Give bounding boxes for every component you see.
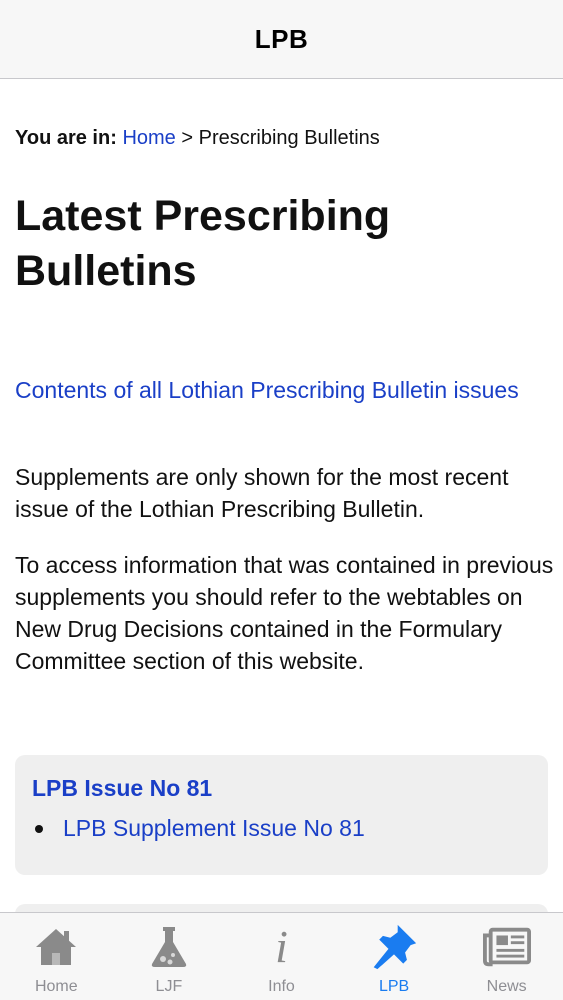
- breadcrumb-current: Prescribing Bulletins: [198, 127, 380, 149]
- tab-home[interactable]: Home: [0, 913, 113, 1000]
- home-icon: [32, 923, 80, 971]
- bullet-icon: [35, 824, 43, 833]
- tab-label: Home: [34, 978, 78, 995]
- pin-icon: [370, 923, 418, 971]
- issue-card: LPB Issue No 81 LPB Supplement Issue No …: [15, 755, 548, 875]
- breadcrumb-home-link[interactable]: Home: [122, 127, 175, 149]
- content-area[interactable]: You are in: Home > Prescribing Bulletins…: [0, 79, 563, 912]
- tab-ljf[interactable]: LJF: [113, 913, 226, 1000]
- contents-all-issues-link[interactable]: Contents of all Lothian Prescribing Bull…: [15, 374, 535, 406]
- tab-label: LPB: [378, 978, 410, 995]
- tab-info[interactable]: i Info: [225, 913, 338, 1000]
- breadcrumb-separator: >: [181, 127, 194, 149]
- newspaper-icon: [482, 923, 531, 971]
- nav-title: LPB: [254, 23, 309, 54]
- tab-label: LJF: [155, 978, 183, 995]
- supplement-link[interactable]: LPB Supplement Issue No 81: [63, 815, 365, 842]
- issue-card-partial: [15, 904, 548, 912]
- tab-lpb[interactable]: LPB: [338, 913, 451, 1000]
- info-icon: i: [275, 921, 288, 972]
- supplements-note: Supplements are only shown for the most …: [15, 464, 509, 522]
- nav-bar: LPB: [0, 0, 563, 79]
- list-item: LPB Supplement Issue No 81: [35, 815, 365, 842]
- issue-title-link[interactable]: LPB Issue No 81: [32, 775, 212, 802]
- previous-supplements-note: To access information that was contained…: [15, 552, 554, 674]
- breadcrumb: You are in: Home > Prescribing Bulletins: [15, 127, 380, 150]
- tab-news[interactable]: News: [450, 913, 563, 1000]
- flask-icon: [145, 923, 193, 971]
- tab-label: News: [486, 978, 527, 995]
- page-title: Latest Prescribing Bulletins: [15, 192, 391, 295]
- app-screen: LPB You are in: Home > Prescribing Bulle…: [0, 0, 563, 1000]
- tab-bar: Home LJF i Info LPB News: [0, 912, 563, 1000]
- tab-label: Info: [268, 978, 295, 995]
- breadcrumb-label: You are in:: [15, 127, 117, 149]
